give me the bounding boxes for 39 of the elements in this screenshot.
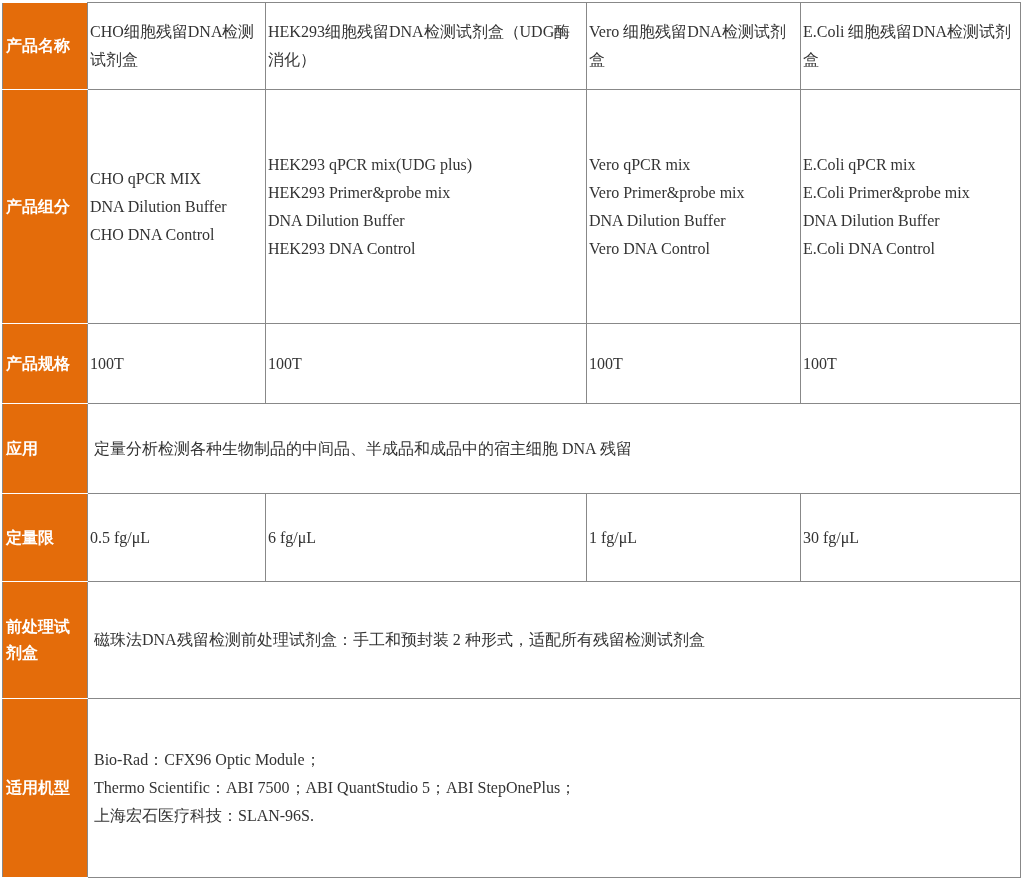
table-cell-text: DNA Dilution Buffer	[268, 210, 406, 231]
table-cell-text: HEK293 DNA Control	[268, 238, 417, 259]
table-cell-text: Vero qPCR mix	[589, 154, 692, 176]
table-cell-text: 上海宏石医疗科技：SLAN-96S.	[94, 806, 315, 826]
table-cell-text: Vero DNA Control	[589, 238, 711, 259]
table-cell-text: Bio-Rad：CFX96 Optic Module；	[94, 750, 322, 771]
table-cell-text: HEK293 qPCR mix(UDG plus)	[268, 154, 473, 176]
table-cell-text: 磁珠法DNA残留检测前处理试剂盒：手工和预封装 2 种形式，适配所有残留检测试剂盒	[94, 630, 706, 650]
table-cell-text: E.Coli Primer&probe mix	[803, 182, 971, 204]
table-cell-text: Thermo Scientific：ABI 7500；ABI QuantStudio 5；ABI StepOnePlus；	[94, 778, 578, 799]
table-cell-text: DNA Dilution Buffer	[803, 210, 941, 231]
row-header: 产品名称	[2, 2, 88, 90]
table-cell-text: 定量分析检测各种生物制品的中间品、半成品和成品中的宿主细胞 DNA 残留	[94, 438, 633, 459]
table-cell-text: DNA Dilution Buffer	[90, 196, 228, 217]
table-cell-text: HEK293细胞残留DNA检测试剂盒（UDG酶消化）	[268, 22, 572, 70]
table-cell-text: 0.5 fg/μL	[90, 527, 152, 549]
table-cell-text: CHO qPCR MIX	[90, 168, 203, 190]
table-cell-text: 100T	[589, 353, 624, 374]
table-cell-text: Vero 细胞残留DNA检测试剂盒	[589, 22, 787, 70]
table-cell-text: 1 fg/μL	[589, 527, 639, 549]
row-header: 定量限	[2, 493, 88, 582]
table-cell-text: E.Coli qPCR mix	[803, 154, 917, 176]
table-cell-text: Vero Primer&probe mix	[589, 182, 746, 204]
table-cell-text: 6 fg/μL	[268, 527, 318, 549]
table-cell-text: 100T	[90, 353, 125, 374]
row-header: 产品组分	[2, 89, 88, 324]
table-cell-text: CHO DNA Control	[90, 224, 216, 245]
table-cell-text: CHO细胞残留DNA检测试剂盒	[90, 22, 256, 70]
table-cell-text: HEK293 Primer&probe mix	[268, 182, 452, 204]
table-cell-text: 100T	[268, 353, 303, 374]
table-cell-text: E.Coli 细胞残留DNA检测试剂盒	[803, 22, 1012, 70]
row-header: 应用	[2, 403, 88, 494]
table-cell-text: E.Coli DNA Control	[803, 238, 936, 259]
table-cell-text: 30 fg/μL	[803, 527, 861, 549]
table-cell-text: DNA Dilution Buffer	[589, 210, 727, 231]
row-header: 适用机型	[2, 698, 88, 878]
row-header: 产品规格	[2, 323, 88, 404]
row-header: 前处理试剂盒	[2, 581, 88, 699]
table-cell-text: 100T	[803, 353, 838, 374]
